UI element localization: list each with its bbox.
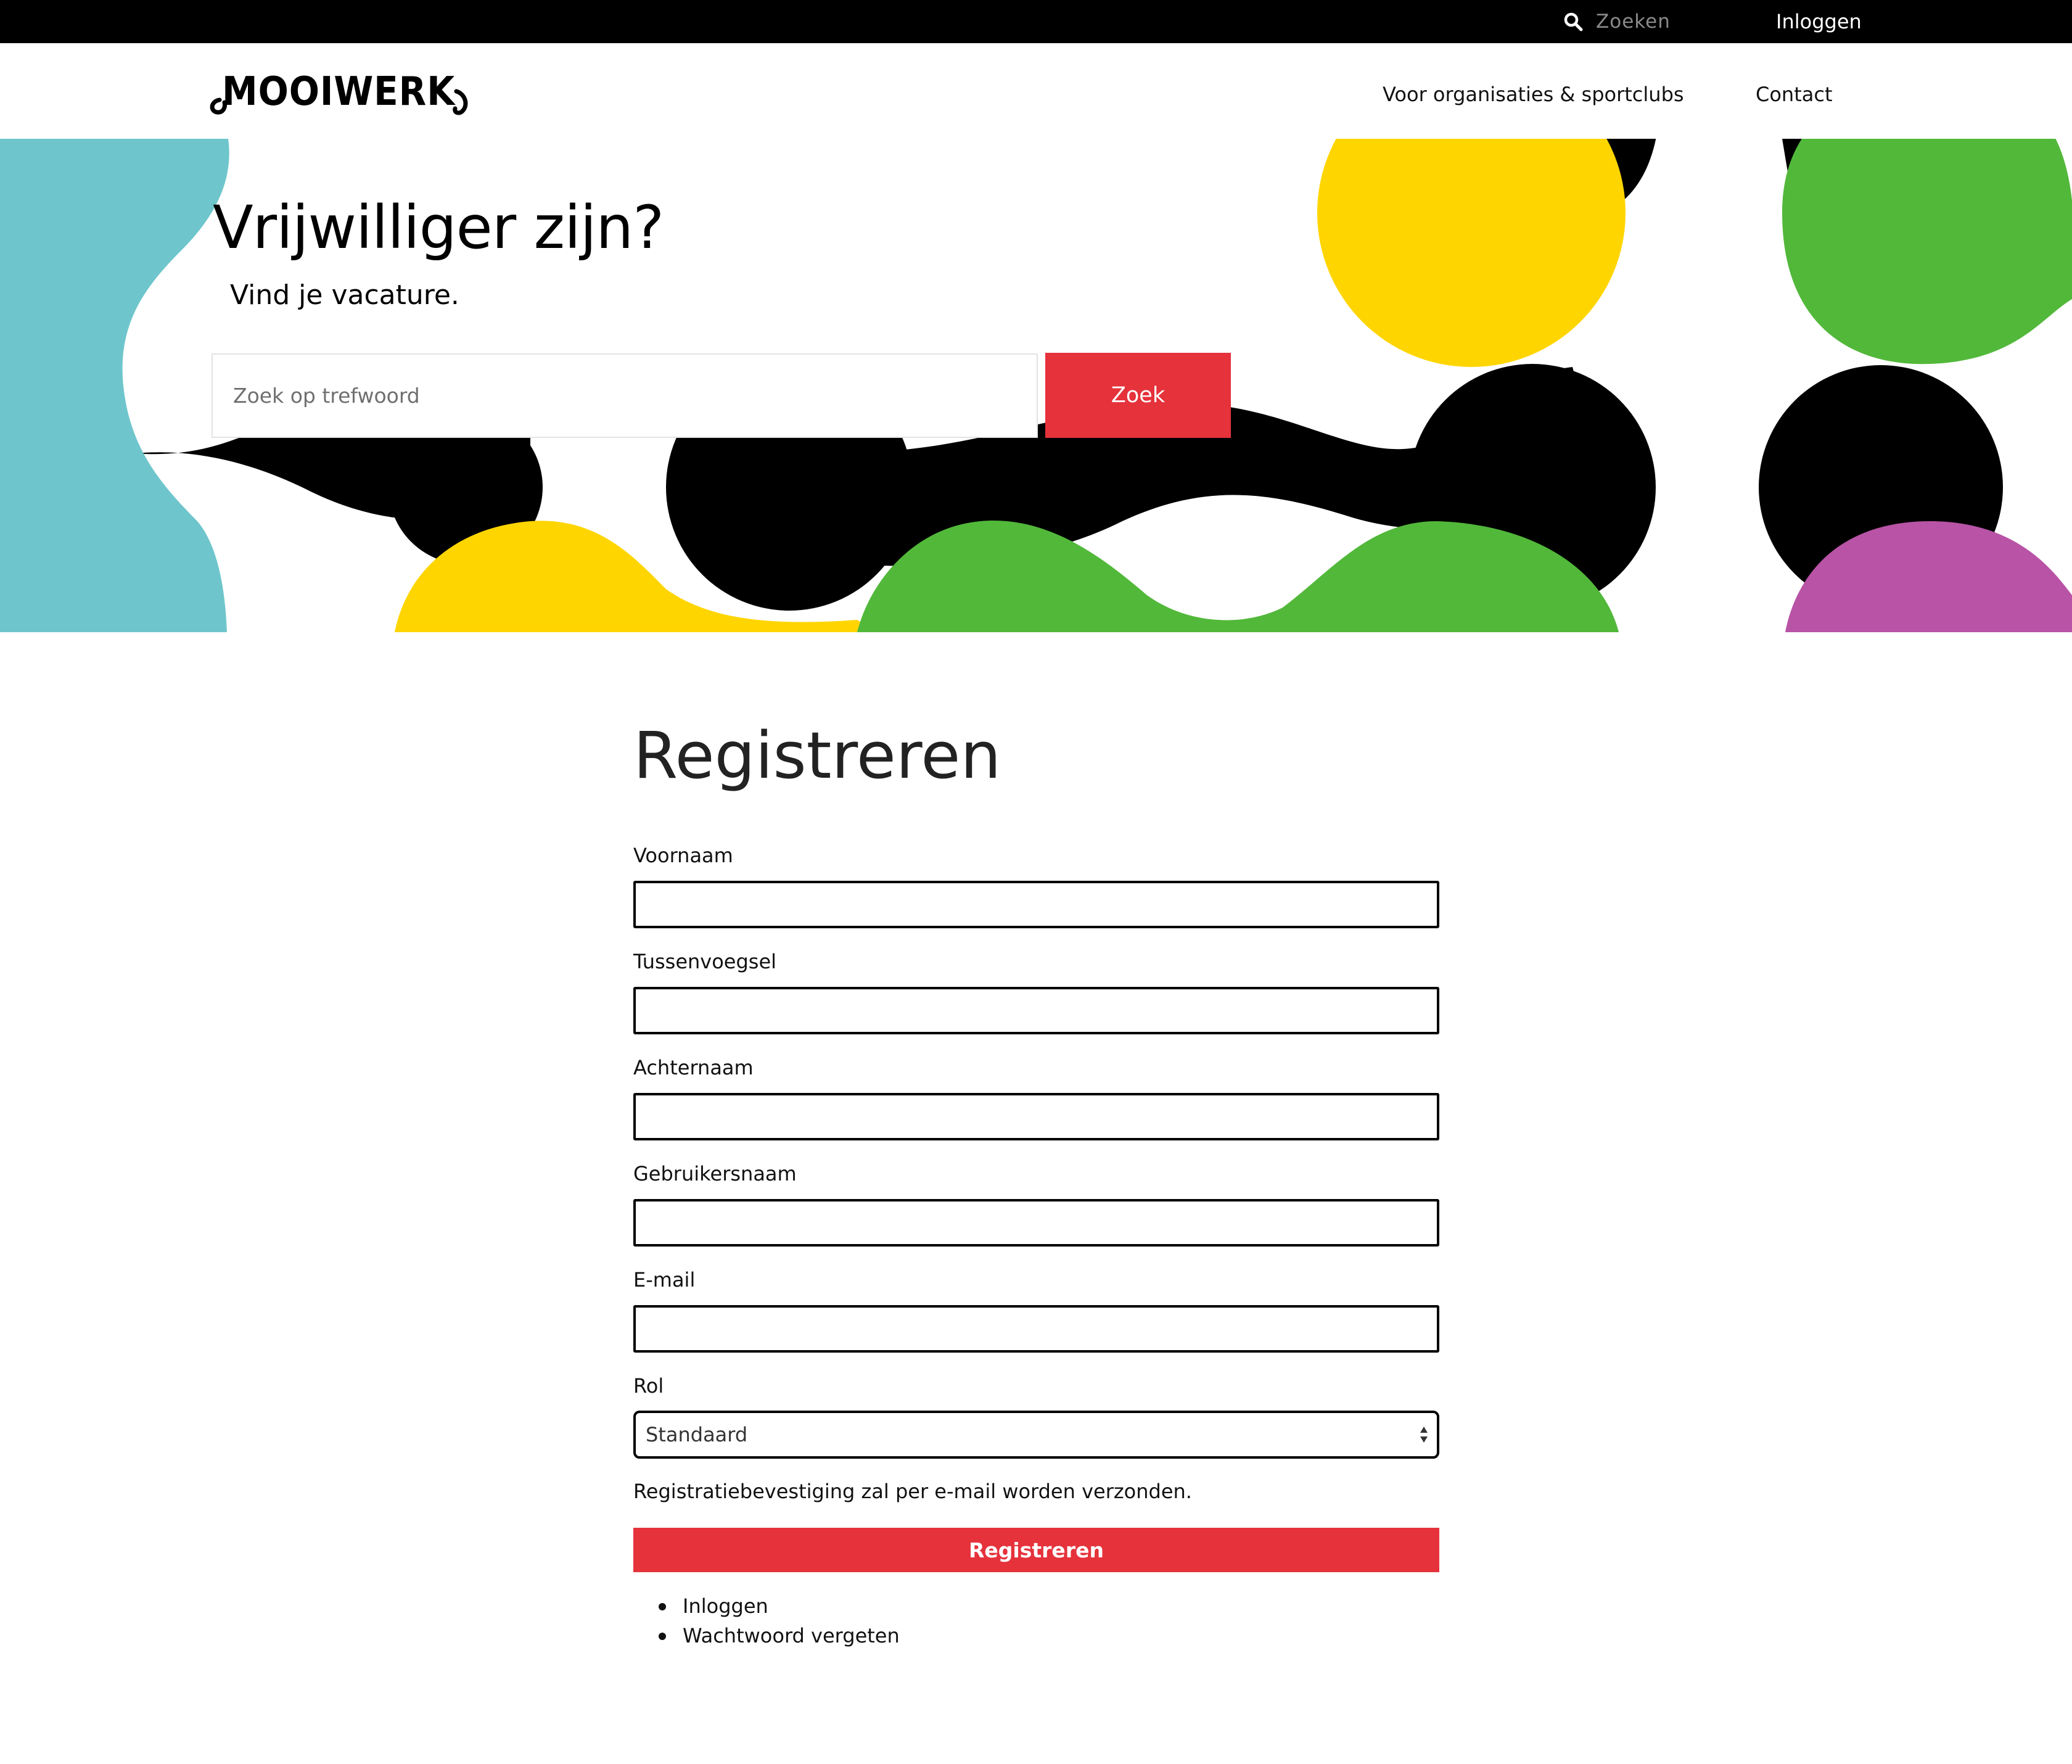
role-select-value: Standaard [646, 1423, 748, 1446]
keyword-search-input[interactable]: Zoek op trefwoord [212, 353, 1038, 438]
infix-label: Tussenvoegsel [633, 950, 777, 973]
bullet [659, 1633, 666, 1640]
mooiwerk-logo[interactable]: MOOIWERK [210, 60, 472, 120]
top-utility-bar: Zoeken Inloggen [0, 0, 2072, 43]
nav-contact[interactable]: Contact [1756, 68, 1833, 121]
top-search-input[interactable]: Zoeken [1596, 10, 1671, 33]
account-links: Inloggen Wachtwoord vergeten [633, 1591, 900, 1651]
top-search[interactable]: Zoeken [1563, 7, 1671, 36]
username-field[interactable] [633, 1199, 1439, 1247]
bullet [659, 1603, 666, 1610]
username-label: Gebruikersnaam [633, 1162, 797, 1185]
keyword-search-button[interactable]: Zoek [1045, 353, 1231, 438]
nav-organisations[interactable]: Voor organisaties & sportclubs [1383, 68, 1684, 121]
hero-subtitle: Vind je vacature. [230, 279, 459, 311]
first-name-label: Voornaam [633, 844, 733, 867]
hero-title: Vrijwilliger zijn? [213, 193, 664, 262]
list-item: Inloggen [633, 1591, 900, 1621]
svg-text:MOOIWERK: MOOIWERK [222, 69, 456, 115]
email-label: E-mail [633, 1268, 696, 1292]
list-item: Wachtwoord vergeten [633, 1621, 900, 1651]
infix-field[interactable] [633, 987, 1439, 1034]
page-title: Registreren [633, 718, 1001, 793]
register-button[interactable]: Registreren [633, 1528, 1439, 1572]
role-label: Rol [633, 1374, 664, 1398]
login-link[interactable]: Inloggen [683, 1594, 768, 1618]
role-select[interactable]: Standaard [633, 1411, 1439, 1459]
last-name-field[interactable] [633, 1093, 1439, 1140]
hero-banner: Vrijwilliger zijn? Vind je vacature. Zoe… [0, 139, 2072, 632]
last-name-label: Achternaam [633, 1056, 754, 1079]
first-name-field[interactable] [633, 881, 1439, 928]
select-arrows-icon [1420, 1427, 1428, 1443]
forgot-password-link[interactable]: Wachtwoord vergeten [683, 1624, 900, 1647]
search-icon [1564, 12, 1583, 31]
confirmation-notice: Registratiebevestiging zal per e-mail wo… [633, 1480, 1192, 1503]
email-field[interactable] [633, 1305, 1439, 1353]
top-login-link[interactable]: Inloggen [1776, 7, 1862, 36]
site-header: MOOIWERK Voor organisaties & sportclubs … [0, 43, 2072, 139]
